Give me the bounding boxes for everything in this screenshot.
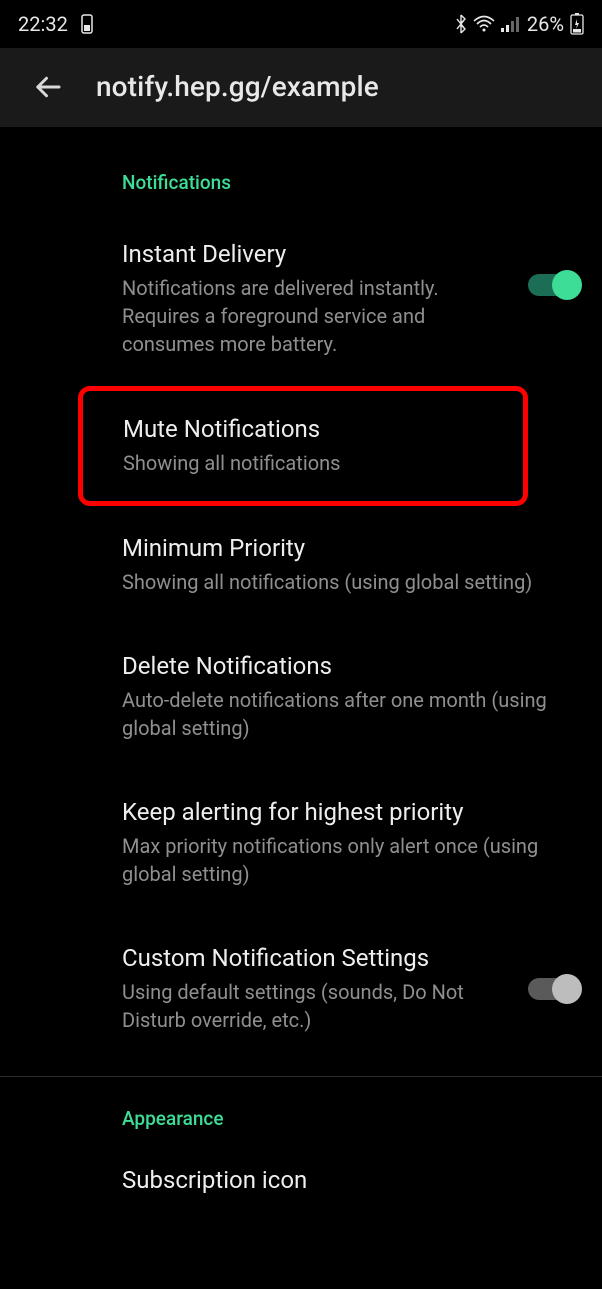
setting-subtitle: Showing all notifications — [123, 449, 523, 477]
setting-title: Keep alerting for highest priority — [122, 798, 562, 826]
app-bar: notify.hep.gg/example — [0, 48, 602, 127]
setting-mute-notifications[interactable]: Mute Notifications Showing all notificat… — [78, 386, 528, 506]
section-header-appearance: Appearance — [0, 1077, 602, 1130]
page-title: notify.hep.gg/example — [96, 70, 379, 103]
signal-icon — [501, 16, 521, 32]
setting-custom-notification[interactable]: Custom Notification Settings Using defau… — [0, 916, 602, 1062]
phone-display-icon — [78, 14, 96, 34]
setting-subtitle: Notifications are delivered instantly. R… — [122, 274, 512, 358]
wifi-icon — [473, 15, 495, 33]
setting-subtitle: Auto-delete notifications after one mont… — [122, 686, 562, 742]
setting-instant-delivery[interactable]: Instant Delivery Notifications are deliv… — [0, 194, 602, 386]
back-arrow-icon[interactable] — [34, 72, 64, 102]
setting-title: Mute Notifications — [123, 415, 523, 443]
settings-content: Notifications Instant Delivery Notificat… — [0, 127, 602, 1200]
setting-title: Subscription icon — [122, 1166, 562, 1194]
bluetooth-icon — [455, 14, 467, 34]
toggle-custom-notification[interactable] — [528, 978, 578, 1000]
toggle-instant-delivery[interactable] — [528, 274, 578, 296]
section-header-notifications: Notifications — [0, 127, 602, 194]
setting-title: Delete Notifications — [122, 652, 562, 680]
setting-title: Custom Notification Settings — [122, 944, 512, 972]
setting-subscription-icon[interactable]: Subscription icon — [0, 1130, 602, 1200]
setting-title: Instant Delivery — [122, 240, 512, 268]
setting-keep-alerting[interactable]: Keep alerting for highest priority Max p… — [0, 770, 602, 916]
status-bar: 22:32 26% — [0, 0, 602, 48]
setting-title: Minimum Priority — [122, 534, 562, 562]
setting-subtitle: Using default settings (sounds, Do Not D… — [122, 978, 512, 1034]
battery-percentage: 26% — [527, 12, 564, 36]
setting-minimum-priority[interactable]: Minimum Priority Showing all notificatio… — [0, 506, 602, 624]
status-time: 22:32 — [18, 12, 68, 36]
setting-delete-notifications[interactable]: Delete Notifications Auto-delete notific… — [0, 624, 602, 770]
setting-subtitle: Max priority notifications only alert on… — [122, 832, 562, 888]
battery-icon — [570, 13, 584, 35]
setting-subtitle: Showing all notifications (using global … — [122, 568, 562, 596]
